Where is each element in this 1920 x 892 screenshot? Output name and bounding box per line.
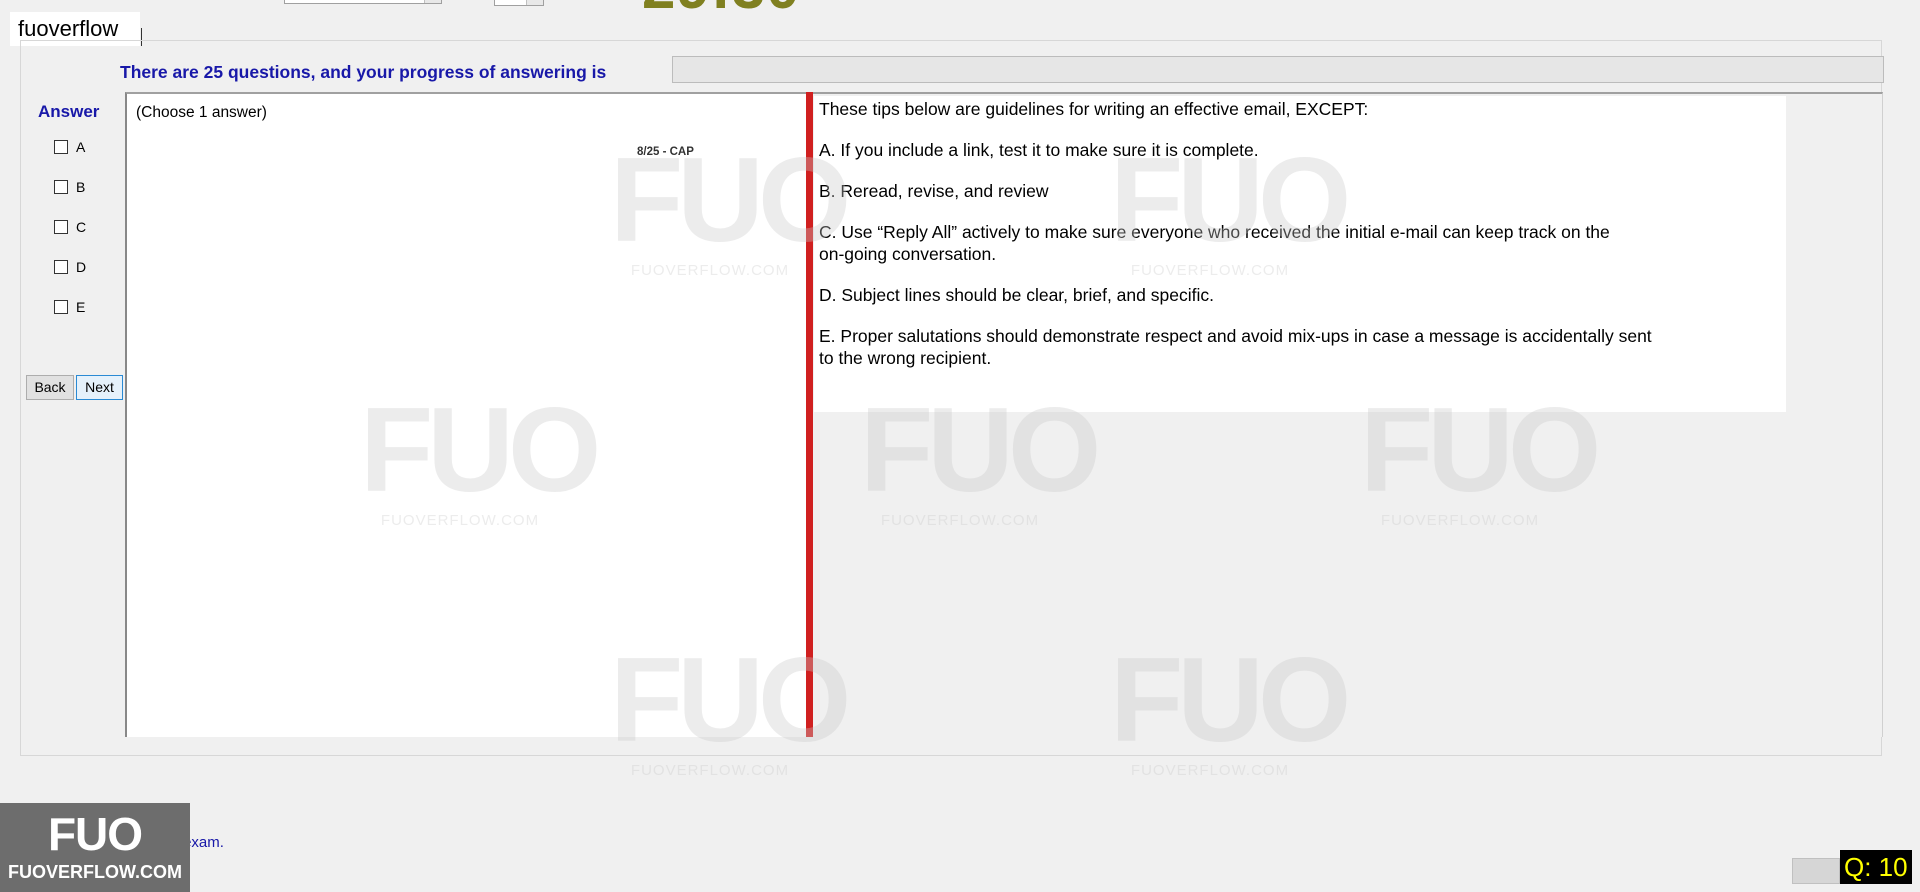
question-option-e: E. Proper salutations should demonstrate…: [819, 326, 1652, 346]
fuoverflow-logo: FUO FUOVERFLOW.COM: [0, 803, 190, 892]
top-combobox[interactable]: [284, 0, 442, 4]
option-c-checkbox[interactable]: C: [54, 218, 86, 236]
option-label: B: [76, 179, 86, 195]
question-option-a: A. If you include a link, test it to mak…: [819, 140, 1259, 160]
checkbox-box[interactable]: [54, 260, 68, 274]
top-small-combobox[interactable]: [494, 0, 544, 6]
option-e-checkbox[interactable]: E: [54, 298, 85, 316]
checkbox-box[interactable]: [54, 300, 68, 314]
next-button[interactable]: Next: [76, 375, 123, 400]
logo-text: FUOVERFLOW.COM: [8, 862, 182, 882]
question-option-c: C. Use “Reply All” actively to make sure…: [819, 222, 1610, 242]
bottom-button[interactable]: [1792, 858, 1840, 884]
progress-label: There are 25 questions, and your progres…: [120, 62, 607, 82]
option-b-checkbox[interactable]: B: [54, 178, 85, 196]
option-label: E: [76, 299, 86, 315]
question-counter: Q: 10: [1840, 850, 1912, 884]
question-code: 8/25 - CAP: [637, 146, 694, 158]
exam-timer: 29:30: [642, 0, 800, 18]
question-box: These tips below are guidelines for writ…: [814, 96, 1786, 412]
question-option-e-cont: to the wrong recipient.: [819, 348, 992, 368]
progress-bar: [672, 56, 1884, 83]
option-label: D: [76, 259, 87, 275]
question-option-d: D. Subject lines should be clear, brief,…: [819, 285, 1214, 305]
pane-splitter[interactable]: [806, 92, 813, 737]
answer-pane: (Choose 1 answer) 8/25 - CAP: [125, 92, 807, 737]
checkbox-box[interactable]: [54, 220, 68, 234]
answer-title: Answer: [38, 102, 100, 121]
dropdown-arrow-icon[interactable]: [526, 0, 543, 5]
checkbox-box[interactable]: [54, 140, 68, 154]
option-a-checkbox[interactable]: A: [54, 138, 85, 156]
back-button[interactable]: Back: [26, 375, 74, 400]
option-d-checkbox[interactable]: D: [54, 258, 86, 276]
choose-instruction: (Choose 1 answer): [136, 104, 267, 121]
option-label: C: [76, 219, 87, 235]
question-stem: These tips below are guidelines for writ…: [819, 99, 1369, 119]
logo-mark: FUO: [47, 808, 143, 860]
option-label: A: [76, 139, 86, 155]
question-option-b: B. Reread, revise, and review: [819, 181, 1049, 201]
checkbox-box[interactable]: [54, 180, 68, 194]
question-option-c-cont: on-going conversation.: [819, 244, 997, 264]
dropdown-arrow-icon[interactable]: [424, 0, 441, 3]
